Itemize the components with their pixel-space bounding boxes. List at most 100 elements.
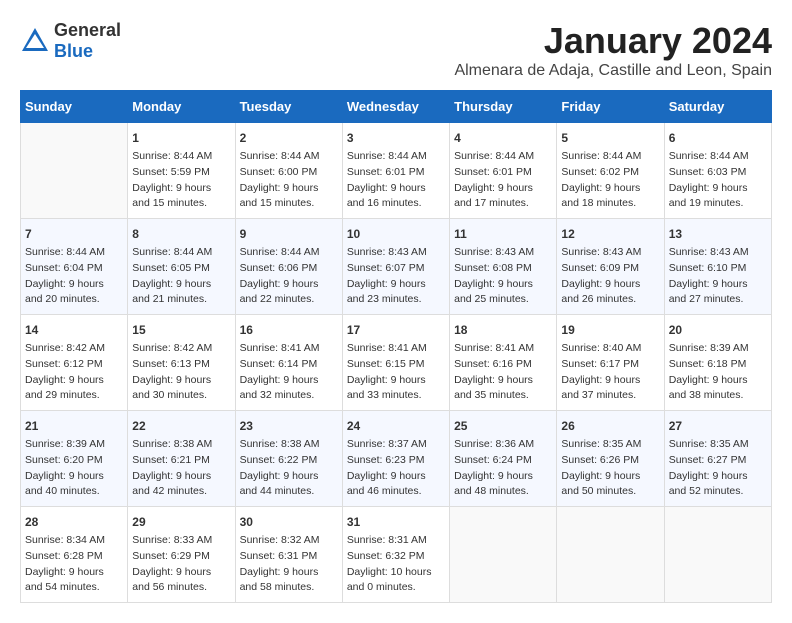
cell-content: Sunrise: 8:36 AM Sunset: 6:24 PM Dayligh… <box>454 437 552 500</box>
calendar-cell: 2Sunrise: 8:44 AM Sunset: 6:00 PM Daylig… <box>235 123 342 219</box>
calendar-cell <box>21 123 128 219</box>
weekday-header: Sunday <box>21 91 128 123</box>
day-number: 4 <box>454 129 552 147</box>
day-number: 10 <box>347 225 445 243</box>
cell-content: Sunrise: 8:44 AM Sunset: 6:01 PM Dayligh… <box>347 149 445 212</box>
calendar-cell: 23 Sunrise: 8:38 AM Sunset: 6:22 PM Dayli… <box>235 411 342 507</box>
cell-content: Sunrise: 8:44 AM Sunset: 6:04 PM Dayligh… <box>25 245 123 308</box>
calendar-cell: 7 Sunrise: 8:44 AM Sunset: 6:04 PM Daylig… <box>21 219 128 315</box>
cell-content: Sunrise: 8:44 AM Sunset: 6:02 PM Dayligh… <box>561 149 659 212</box>
cell-content: Sunrise: 8:43 AM Sunset: 6:08 PM Dayligh… <box>454 245 552 308</box>
cell-content: Sunrise: 8:40 AM Sunset: 6:17 PM Dayligh… <box>561 341 659 404</box>
weekday-header: Tuesday <box>235 91 342 123</box>
day-number: 5 <box>561 129 659 147</box>
cell-content: Sunrise: 8:44 AM Sunset: 6:01 PM Dayligh… <box>454 149 552 212</box>
calendar-cell: 21 Sunrise: 8:39 AM Sunset: 6:20 PM Dayli… <box>21 411 128 507</box>
calendar-cell: 14 Sunrise: 8:42 AM Sunset: 6:12 PM Dayli… <box>21 315 128 411</box>
calendar-cell: 6 Sunrise: 8:44 AM Sunset: 6:03 PM Daylig… <box>664 123 771 219</box>
day-number: 21 <box>25 417 123 435</box>
cell-content: Sunrise: 8:35 AM Sunset: 6:27 PM Dayligh… <box>669 437 767 500</box>
weekday-header: Monday <box>128 91 235 123</box>
calendar-week-row: 1 Sunrise: 8:44 AM Sunset: 5:59 PM Daylig… <box>21 123 772 219</box>
calendar-header-row: SundayMondayTuesdayWednesdayThursdayFrid… <box>21 91 772 123</box>
calendar-cell: 29Sunrise: 8:33 AM Sunset: 6:29 PM Dayli… <box>128 507 235 603</box>
day-number: 15 <box>132 321 230 339</box>
day-number: 8 <box>132 225 230 243</box>
calendar-cell: 13Sunrise: 8:43 AM Sunset: 6:10 PM Dayli… <box>664 219 771 315</box>
day-number: 13 <box>669 225 767 243</box>
weekday-header: Wednesday <box>342 91 449 123</box>
calendar-cell: 15 Sunrise: 8:42 AM Sunset: 6:13 PM Dayli… <box>128 315 235 411</box>
day-number: 29 <box>132 513 230 531</box>
calendar-cell: 3 Sunrise: 8:44 AM Sunset: 6:01 PM Daylig… <box>342 123 449 219</box>
calendar-week-row: 14 Sunrise: 8:42 AM Sunset: 6:12 PM Dayli… <box>21 315 772 411</box>
day-number: 22 <box>132 417 230 435</box>
day-number: 14 <box>25 321 123 339</box>
cell-content: Sunrise: 8:39 AM Sunset: 6:20 PM Dayligh… <box>25 437 123 500</box>
day-number: 31 <box>347 513 445 531</box>
calendar-cell: 1 Sunrise: 8:44 AM Sunset: 5:59 PM Daylig… <box>128 123 235 219</box>
calendar-cell: 20 Sunrise: 8:39 AM Sunset: 6:18 PM Dayli… <box>664 315 771 411</box>
cell-content: Sunrise: 8:44 AM Sunset: 6:03 PM Dayligh… <box>669 149 767 212</box>
cell-content: Sunrise: 8:42 AM Sunset: 6:12 PM Dayligh… <box>25 341 123 404</box>
calendar-cell: 16 Sunrise: 8:41 AM Sunset: 6:14 PM Dayli… <box>235 315 342 411</box>
day-number: 1 <box>132 129 230 147</box>
logo-blue: Blue <box>54 41 93 61</box>
calendar-cell: 22 Sunrise: 8:38 AM Sunset: 6:21 PM Dayli… <box>128 411 235 507</box>
calendar-cell: 26Sunrise: 8:35 AM Sunset: 6:26 PM Dayli… <box>557 411 664 507</box>
calendar-cell: 12Sunrise: 8:43 AM Sunset: 6:09 PM Dayli… <box>557 219 664 315</box>
logo-icon <box>20 26 50 56</box>
calendar-cell: 30Sunrise: 8:32 AM Sunset: 6:31 PM Dayli… <box>235 507 342 603</box>
calendar-cell: 9 Sunrise: 8:44 AM Sunset: 6:06 PM Daylig… <box>235 219 342 315</box>
calendar-cell <box>664 507 771 603</box>
cell-content: Sunrise: 8:31 AM Sunset: 6:32 PM Dayligh… <box>347 533 445 596</box>
cell-content: Sunrise: 8:43 AM Sunset: 6:07 PM Dayligh… <box>347 245 445 308</box>
calendar-table: SundayMondayTuesdayWednesdayThursdayFrid… <box>20 90 772 603</box>
logo-general: General <box>54 20 121 40</box>
cell-content: Sunrise: 8:43 AM Sunset: 6:09 PM Dayligh… <box>561 245 659 308</box>
day-number: 11 <box>454 225 552 243</box>
location-title: Almenara de Adaja, Castille and Leon, Sp… <box>454 62 772 80</box>
day-number: 24 <box>347 417 445 435</box>
day-number: 7 <box>25 225 123 243</box>
calendar-cell: 19Sunrise: 8:40 AM Sunset: 6:17 PM Dayli… <box>557 315 664 411</box>
weekday-header: Friday <box>557 91 664 123</box>
cell-content: Sunrise: 8:34 AM Sunset: 6:28 PM Dayligh… <box>25 533 123 596</box>
calendar-cell: 25 Sunrise: 8:36 AM Sunset: 6:24 PM Dayli… <box>450 411 557 507</box>
day-number: 17 <box>347 321 445 339</box>
day-number: 20 <box>669 321 767 339</box>
day-number: 6 <box>669 129 767 147</box>
calendar-cell: 28Sunrise: 8:34 AM Sunset: 6:28 PM Dayli… <box>21 507 128 603</box>
cell-content: Sunrise: 8:39 AM Sunset: 6:18 PM Dayligh… <box>669 341 767 404</box>
calendar-week-row: 7 Sunrise: 8:44 AM Sunset: 6:04 PM Daylig… <box>21 219 772 315</box>
cell-content: Sunrise: 8:44 AM Sunset: 6:06 PM Dayligh… <box>240 245 338 308</box>
cell-content: Sunrise: 8:44 AM Sunset: 6:05 PM Dayligh… <box>132 245 230 308</box>
calendar-week-row: 28Sunrise: 8:34 AM Sunset: 6:28 PM Dayli… <box>21 507 772 603</box>
calendar-cell <box>450 507 557 603</box>
cell-content: Sunrise: 8:38 AM Sunset: 6:21 PM Dayligh… <box>132 437 230 500</box>
calendar-cell: 31 Sunrise: 8:31 AM Sunset: 6:32 PM Dayli… <box>342 507 449 603</box>
cell-content: Sunrise: 8:38 AM Sunset: 6:22 PM Dayligh… <box>240 437 338 500</box>
day-number: 23 <box>240 417 338 435</box>
calendar-cell: 18 Sunrise: 8:41 AM Sunset: 6:16 PM Dayli… <box>450 315 557 411</box>
calendar-cell: 11 Sunrise: 8:43 AM Sunset: 6:08 PM Dayli… <box>450 219 557 315</box>
cell-content: Sunrise: 8:37 AM Sunset: 6:23 PM Dayligh… <box>347 437 445 500</box>
month-title: January 2024 <box>454 20 772 62</box>
day-number: 18 <box>454 321 552 339</box>
day-number: 16 <box>240 321 338 339</box>
day-number: 9 <box>240 225 338 243</box>
calendar-cell: 27Sunrise: 8:35 AM Sunset: 6:27 PM Dayli… <box>664 411 771 507</box>
calendar-cell: 4 Sunrise: 8:44 AM Sunset: 6:01 PM Daylig… <box>450 123 557 219</box>
day-number: 3 <box>347 129 445 147</box>
calendar-cell: 8 Sunrise: 8:44 AM Sunset: 6:05 PM Daylig… <box>128 219 235 315</box>
calendar-cell: 5 Sunrise: 8:44 AM Sunset: 6:02 PM Daylig… <box>557 123 664 219</box>
page-header: General Blue January 2024 Almenara de Ad… <box>20 20 772 80</box>
day-number: 25 <box>454 417 552 435</box>
cell-content: Sunrise: 8:42 AM Sunset: 6:13 PM Dayligh… <box>132 341 230 404</box>
cell-content: Sunrise: 8:41 AM Sunset: 6:14 PM Dayligh… <box>240 341 338 404</box>
cell-content: Sunrise: 8:41 AM Sunset: 6:15 PM Dayligh… <box>347 341 445 404</box>
weekday-header: Thursday <box>450 91 557 123</box>
cell-content: Sunrise: 8:41 AM Sunset: 6:16 PM Dayligh… <box>454 341 552 404</box>
cell-content: Sunrise: 8:44 AM Sunset: 5:59 PM Dayligh… <box>132 149 230 212</box>
day-number: 26 <box>561 417 659 435</box>
